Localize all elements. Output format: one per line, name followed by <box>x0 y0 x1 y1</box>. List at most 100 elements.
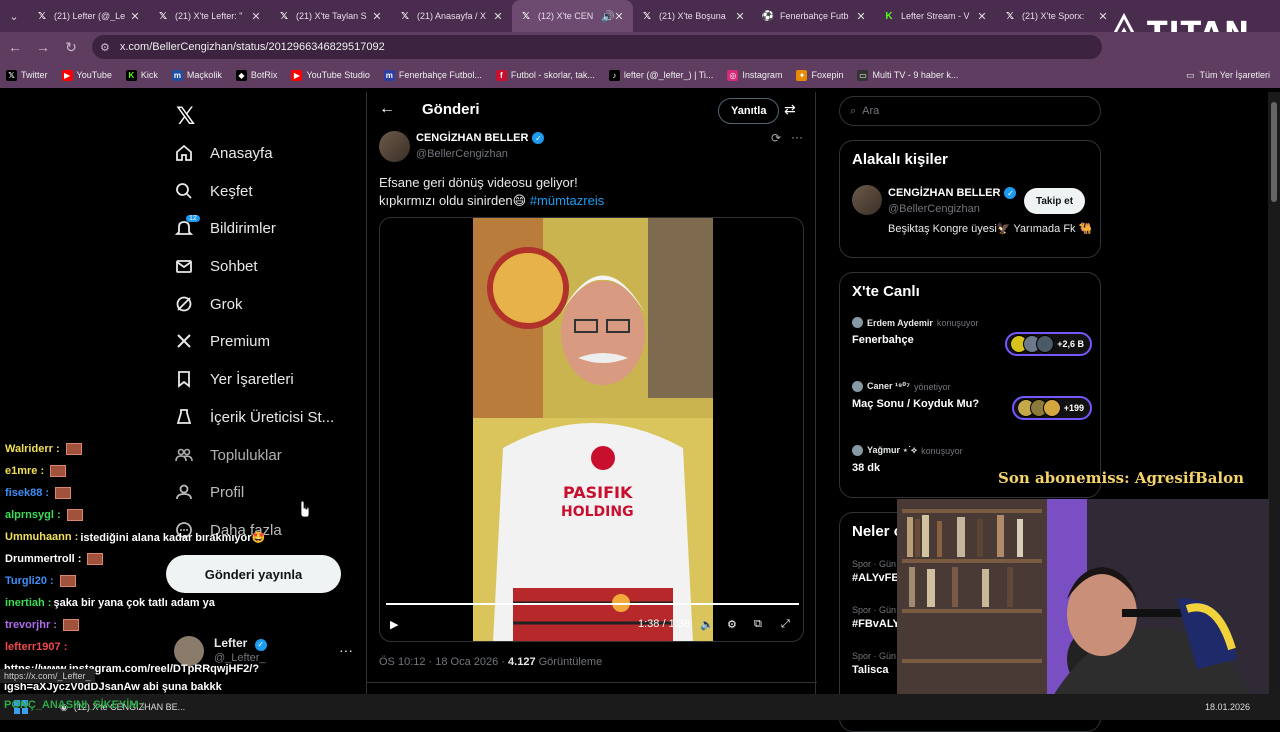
grok-icon <box>174 294 194 314</box>
browser-tab[interactable]: 𝕏 (21) X'te Boşuna ✕ <box>633 0 754 32</box>
browser-tab[interactable]: 𝕏 (12) X'te CEN 🔊 ✕ <box>512 0 633 32</box>
bookmark-item[interactable]: ♪ lefter (@_lefter_) | Ti... <box>608 69 714 81</box>
url-field[interactable]: ⚙ x.com/BellerCengizhan/status/201296634… <box>92 35 1102 59</box>
browser-tab[interactable]: 𝕏 (21) X'te Sporx: ✕ <box>996 0 1117 32</box>
sidebar-item-grok[interactable]: Grok <box>174 289 243 319</box>
all-bookmarks[interactable]: ▭ Tüm Yer İşaretleri <box>1186 62 1270 88</box>
tab-label: (21) X'te Taylan S <box>296 11 367 21</box>
hashtag-link[interactable]: #mümtazreis <box>530 193 604 208</box>
sidebar-item-bildirimler[interactable]: 12 Bildirimler <box>174 213 276 243</box>
browser-tab[interactable]: 𝕏 (21) X'te Lefter: " ✕ <box>149 0 270 32</box>
bookmark-item[interactable]: K Kick <box>125 69 158 81</box>
browser-tab[interactable]: 𝕏 (21) Anasayfa / X ✕ <box>391 0 512 32</box>
tab-search-chevron-icon[interactable]: ⌄ <box>0 0 28 32</box>
filter-icon[interactable]: ⇄ <box>784 101 796 118</box>
svg-text:HOLDING: HOLDING <box>561 504 634 520</box>
settings-icon[interactable]: ⚙ <box>727 615 737 633</box>
grok-icon[interactable]: ⟳ <box>771 131 781 145</box>
x-logo-icon[interactable]: 𝕏 <box>176 102 195 131</box>
avatar[interactable] <box>852 185 882 215</box>
notification-badge: 12 <box>186 215 200 222</box>
bookmark-label: lefter (@_lefter_) | Ti... <box>623 70 714 80</box>
chat-username: Walriderr : <box>5 443 60 455</box>
post-meta: ÖS 10:12 · 18 Oca 2026 · 4.127 Görüntüle… <box>379 656 602 668</box>
listeners-pill[interactable]: +2,6 B <box>1005 332 1092 356</box>
back-icon[interactable]: ← <box>2 34 28 60</box>
bookmark-item[interactable]: m Maçkolik <box>171 69 222 81</box>
listeners-pill[interactable]: +199 <box>1011 396 1092 420</box>
video-player[interactable]: PASIFIK HOLDING ▶ 1:38 / 1:38 🔈 ⚙ ⧉ ⤢ <box>379 217 804 642</box>
instagram-icon: ◎ <box>727 69 739 81</box>
x-logo-icon: 𝕏 <box>642 10 652 22</box>
bookmark-item[interactable]: 𝕏 Twitter <box>6 69 48 81</box>
related-people-card: Alakalı kişiler CENGİZHAN BELLER ✓ @Bell… <box>839 140 1101 258</box>
sidebar-item-label: Yer İşaretleri <box>210 370 294 388</box>
close-tab-icon[interactable]: ✕ <box>250 10 262 23</box>
sidebar-item-i-çerik-üreticisi-st-[interactable]: İçerik Üreticisi St... <box>174 402 334 432</box>
bookmark-item[interactable]: f Futbol - skorlar, tak... <box>495 69 595 81</box>
back-arrow-icon[interactable]: ← <box>379 100 395 118</box>
close-tab-icon[interactable]: ✕ <box>976 10 988 23</box>
sidebar-item-sohbet[interactable]: Sohbet <box>174 251 258 281</box>
play-icon[interactable]: ▶ <box>390 615 398 633</box>
sidebar-item-keşfet[interactable]: Keşfet <box>174 176 253 206</box>
site-info-icon[interactable]: ⚙ <box>100 41 110 54</box>
search-input[interactable]: ⌕ Ara <box>839 96 1101 126</box>
pip-icon[interactable]: ⧉ <box>754 615 762 633</box>
chat-text: istediğini alana kadar bırakmıyor🤩 <box>80 531 266 544</box>
scrollbar-thumb[interactable] <box>1271 102 1277 202</box>
live-title: X'te Canlı <box>852 283 920 300</box>
forward-icon[interactable]: → <box>30 34 56 60</box>
reload-icon[interactable]: ↻ <box>58 34 84 60</box>
close-tab-icon[interactable]: ✕ <box>613 10 625 23</box>
sidebar-item-anasayfa[interactable]: Anasayfa <box>174 138 273 168</box>
close-tab-icon[interactable]: ✕ <box>492 10 504 23</box>
x-logo-icon: 𝕏 <box>1005 10 1015 22</box>
bookmark-item[interactable]: m Fenerbahçe Futbol... <box>383 69 482 81</box>
volume-icon[interactable]: 🔈 <box>700 615 714 633</box>
related-handle[interactable]: @BellerCengizhan <box>888 203 980 215</box>
sidebar-item-yer-i-şaretleri[interactable]: Yer İşaretleri <box>174 364 294 394</box>
close-tab-icon[interactable]: ✕ <box>129 10 141 23</box>
post-timestamp[interactable]: ÖS 10:12 · 18 Oca 2026 · <box>379 656 508 668</box>
author-avatar[interactable] <box>379 131 410 162</box>
stream-chat: Walriderr : e1mre : fisek88 : alprnsygl : Um… <box>5 438 305 658</box>
bookmark-item[interactable]: ▶ YouTube <box>61 69 112 81</box>
video-progress-bar[interactable] <box>386 603 799 605</box>
video-frame[interactable]: PASIFIK HOLDING <box>473 218 713 641</box>
chat-text: şaka bir yana çok tatlı adam ya <box>53 597 215 609</box>
bookmark-item[interactable]: ◎ Instagram <box>727 69 782 81</box>
browser-tab[interactable]: ⚽ Fenerbahçe Futb ✕ <box>754 0 875 32</box>
chat-message: lefterr1907 : <box>5 636 305 658</box>
chat-emote-icon <box>59 575 76 587</box>
page-scrollbar[interactable] <box>1268 92 1280 720</box>
mackolik-icon: m <box>171 69 183 81</box>
speaker-icon[interactable]: 🔊 <box>601 10 615 23</box>
browser-tab[interactable]: 𝕏 (21) X'te Taylan S ✕ <box>270 0 391 32</box>
follow-button[interactable]: Takip et <box>1024 188 1086 214</box>
reply-button[interactable]: Yanıtla <box>718 98 780 124</box>
chat-username: Drummertroll : <box>5 553 82 565</box>
bookmark-item[interactable]: ▶ YouTube Studio <box>291 69 370 81</box>
close-tab-icon[interactable]: ✕ <box>855 10 867 23</box>
listener-avatar <box>1036 335 1055 353</box>
bookmark-item[interactable]: ◆ BotRix <box>235 69 277 81</box>
browser-tab[interactable]: K Lefter Stream - V ✕ <box>875 0 996 32</box>
live-space-item[interactable]: Erdem Aydemir konuşuyor Fenerbahçe +2,6 B <box>852 317 1092 356</box>
close-tab-icon[interactable]: ✕ <box>734 10 746 23</box>
chat-username: inertiah : <box>5 597 52 609</box>
fullscreen-icon[interactable]: ⤢ <box>781 615 790 633</box>
live-space-item[interactable]: Caner ¹⁹⁰⁷ yönetiyor Maç Sonu / Koyduk Mu?… <box>852 381 1092 420</box>
bookmark-item[interactable]: ▭ Multi TV - 9 haber k... <box>857 69 958 81</box>
browser-tab[interactable]: 𝕏 (21) Lefter (@_Le ✕ <box>28 0 149 32</box>
bookmark-item[interactable]: ✦ Foxepin <box>796 69 843 81</box>
tab-label: (21) X'te Sporx: <box>1022 11 1085 21</box>
chat-message: Turgli20 : <box>5 570 305 592</box>
x-logo-icon: 𝕏 <box>158 10 168 22</box>
author-name-row[interactable]: CENGİZHAN BELLER ✓ <box>416 132 545 144</box>
more-icon[interactable]: ··· <box>339 642 353 658</box>
more-icon[interactable]: ··· <box>791 130 803 144</box>
author-handle[interactable]: @BellerCengizhan <box>416 148 508 160</box>
sidebar-item-premium[interactable]: Premium <box>174 326 270 356</box>
close-tab-icon[interactable]: ✕ <box>371 10 383 23</box>
